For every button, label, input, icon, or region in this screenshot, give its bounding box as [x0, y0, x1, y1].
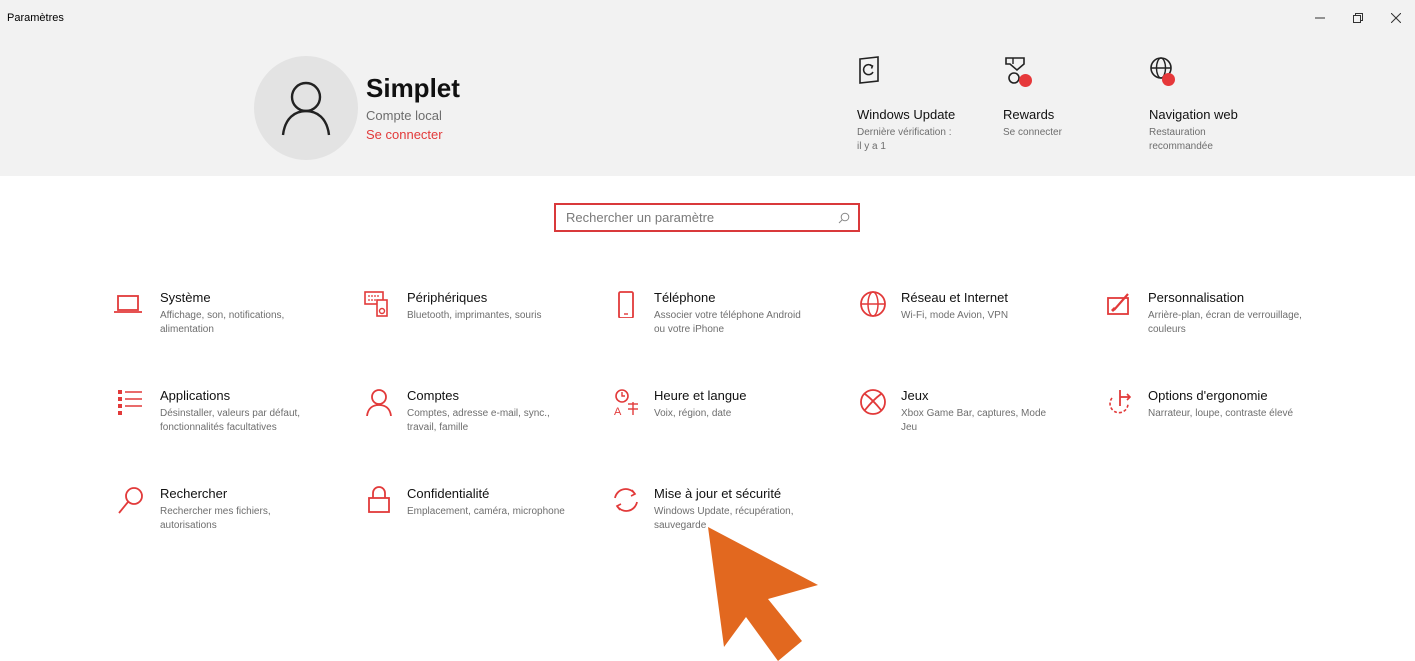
- maximize-button[interactable]: [1339, 0, 1377, 36]
- xbox-icon: [860, 389, 886, 415]
- avatar[interactable]: [254, 56, 358, 160]
- category-title: Réseau et Internet: [901, 290, 1008, 305]
- quick-tile-title: Rewards: [1003, 107, 1055, 122]
- quick-tile-subtitle: Restauration recommandée: [1149, 127, 1213, 152]
- category-accounts[interactable]: Comptes Comptes, adresse e-mail, sync., …: [349, 388, 569, 435]
- category-title: Téléphone: [654, 290, 716, 305]
- window-controls: [1301, 0, 1415, 36]
- keyboard-speaker-icon: [364, 291, 388, 317]
- category-subtitle: Associer votre téléphone Android ou votr…: [654, 310, 801, 335]
- quick-tile-web-browsing[interactable]: Navigation web Restauration recommandée: [1149, 56, 1289, 154]
- profile-name: Simplet: [366, 73, 460, 103]
- restore-icon: [1353, 13, 1363, 23]
- category-title: Options d'ergonomie: [1148, 388, 1268, 403]
- quick-tile-subtitle: Se connecter: [1003, 127, 1062, 138]
- time-language-icon: A: [614, 389, 638, 416]
- category-subtitle: Emplacement, caméra, microphone: [407, 506, 565, 517]
- category-title: Rechercher: [160, 486, 228, 501]
- signin-link[interactable]: Se connecter: [366, 127, 443, 142]
- category-title: Applications: [160, 388, 231, 403]
- category-apps[interactable]: Applications Désinstaller, valeurs par d…: [102, 388, 322, 435]
- globe-icon: [860, 291, 886, 317]
- category-title: Périphériques: [407, 290, 488, 305]
- category-title: Jeux: [901, 388, 929, 403]
- person-icon: [366, 389, 392, 416]
- minimize-icon: [1315, 17, 1325, 19]
- category-subtitle: Affichage, son, notifications, alimentat…: [160, 310, 285, 335]
- search-magnifier-icon: [118, 487, 143, 514]
- paint-screen-icon: [1107, 293, 1129, 315]
- account-type: Compte local: [366, 108, 442, 123]
- category-subtitle: Rechercher mes fichiers, autorisations: [160, 506, 271, 531]
- category-phone[interactable]: Téléphone Associer votre téléphone Andro…: [596, 290, 816, 337]
- notification-dot: [1019, 74, 1032, 87]
- ease-of-access-icon: [1109, 390, 1132, 414]
- category-gaming[interactable]: Jeux Xbox Game Bar, captures, Mode Jeu: [843, 388, 1063, 435]
- category-system[interactable]: Système Affichage, son, notifications, a…: [102, 290, 322, 337]
- category-subtitle: Wi-Fi, mode Avion, VPN: [901, 310, 1009, 321]
- category-time-language[interactable]: A Heure et langue Voix, région, date: [596, 388, 816, 421]
- category-personalization[interactable]: Personnalisation Arrière-plan, écran de …: [1090, 290, 1310, 337]
- quick-tile-title: Navigation web: [1149, 107, 1238, 122]
- close-icon: [1391, 13, 1401, 23]
- category-search[interactable]: Rechercher Rechercher mes fichiers, auto…: [102, 486, 322, 533]
- quick-tile-windows-update[interactable]: Windows Update Dernière vérification : i…: [857, 56, 997, 154]
- pointer-arrow-icon: [708, 527, 818, 661]
- windows-update-icon: [859, 56, 879, 84]
- svg-text:A: A: [614, 406, 622, 416]
- person-avatar-icon: [281, 81, 331, 136]
- close-button[interactable]: [1377, 0, 1415, 36]
- category-title: Confidentialité: [407, 486, 490, 501]
- category-title: Mise à jour et sécurité: [654, 486, 782, 501]
- phone-icon: [618, 291, 634, 318]
- search-icon[interactable]: [838, 212, 850, 224]
- category-privacy[interactable]: Confidentialité Emplacement, caméra, mic…: [349, 486, 569, 519]
- notification-dot: [1162, 73, 1175, 86]
- category-network[interactable]: Réseau et Internet Wi-Fi, mode Avion, VP…: [843, 290, 1063, 323]
- category-title: Heure et langue: [654, 388, 747, 403]
- category-subtitle: Arrière-plan, écran de verrouillage, cou…: [1148, 310, 1302, 335]
- quick-tile-rewards[interactable]: Rewards Se connecter: [1003, 56, 1143, 140]
- sync-arrows-icon: [614, 488, 638, 512]
- category-ease-of-access[interactable]: Options d'ergonomie Narrateur, loupe, co…: [1090, 388, 1310, 421]
- category-subtitle: Désinstaller, valeurs par défaut, foncti…: [160, 408, 301, 433]
- apps-list-icon: [118, 390, 142, 415]
- minimize-button[interactable]: [1301, 0, 1339, 36]
- category-subtitle: Xbox Game Bar, captures, Mode Jeu: [901, 408, 1047, 433]
- search-box[interactable]: [554, 203, 860, 232]
- quick-tile-title: Windows Update: [857, 107, 956, 122]
- window-title: Paramètres: [7, 12, 64, 24]
- laptop-icon: [114, 295, 142, 313]
- quick-tile-subtitle: Dernière vérification : il y a 1: [857, 127, 952, 152]
- category-title: Système: [160, 290, 211, 305]
- lock-icon: [368, 486, 390, 513]
- category-subtitle: Bluetooth, imprimantes, souris: [407, 310, 542, 321]
- search-input[interactable]: [566, 210, 838, 225]
- category-subtitle: Voix, région, date: [654, 408, 732, 419]
- category-title: Comptes: [407, 388, 460, 403]
- category-devices[interactable]: Périphériques Bluetooth, imprimantes, so…: [349, 290, 569, 323]
- category-title: Personnalisation: [1148, 290, 1245, 305]
- category-subtitle: Comptes, adresse e-mail, sync., travail,…: [407, 408, 550, 433]
- category-subtitle: Narrateur, loupe, contraste élevé: [1148, 408, 1294, 419]
